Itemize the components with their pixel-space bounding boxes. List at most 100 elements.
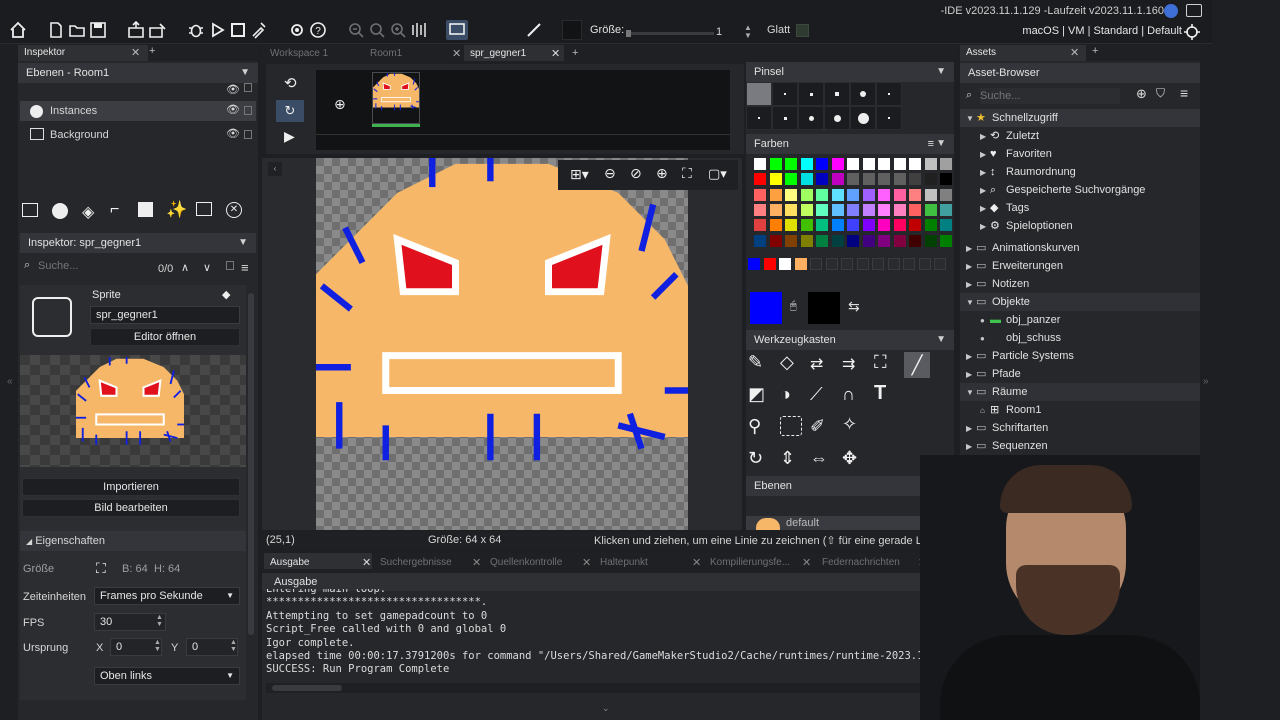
- close-icon[interactable]: ✕: [692, 556, 701, 569]
- brush-size-cell[interactable]: [876, 106, 902, 130]
- palette-swatch[interactable]: [940, 158, 952, 170]
- tree-item[interactable]: ▶ ▭ Particle Systems: [960, 347, 1200, 365]
- palette-swatch[interactable]: [909, 234, 921, 247]
- delete-layer-icon[interactable]: ✕: [226, 202, 242, 218]
- palette-swatch[interactable]: [831, 203, 844, 216]
- tab-workspace[interactable]: Workspace 1: [264, 45, 360, 61]
- palette-swatch[interactable]: [924, 158, 937, 170]
- palette-swatch[interactable]: [800, 188, 813, 201]
- palette-swatch[interactable]: [754, 219, 766, 232]
- frame-thumbnail[interactable]: [372, 72, 420, 124]
- tree-item[interactable]: ▶ ⚙ Spieloptionen: [960, 217, 1200, 235]
- chevron-right-icon[interactable]: ●: [980, 330, 990, 348]
- palette-swatch[interactable]: [847, 173, 859, 186]
- recent-color-swatch[interactable]: [934, 258, 946, 270]
- size-stepper[interactable]: ▲ ▼: [744, 24, 752, 40]
- palette-swatch[interactable]: [862, 188, 875, 201]
- inspector-search-input[interactable]: [38, 258, 148, 274]
- create-executable-icon[interactable]: [147, 20, 167, 40]
- package-icon[interactable]: [126, 20, 146, 40]
- add-tab-icon[interactable]: +: [1092, 45, 1098, 57]
- palette-swatch[interactable]: [800, 158, 813, 170]
- palette-swatch[interactable]: [785, 173, 797, 186]
- close-icon[interactable]: ✕: [1070, 46, 1079, 59]
- origin-x-stepper[interactable]: ▲ ▼: [154, 639, 161, 653]
- chevron-down-icon[interactable]: ▼: [238, 233, 248, 253]
- palette-swatch[interactable]: [878, 158, 890, 170]
- chevron-right-icon[interactable]: ▶: [980, 164, 990, 182]
- flip-vertical-icon[interactable]: ⇕: [780, 448, 806, 474]
- layer-instances[interactable]: Instances 👁: [20, 101, 256, 121]
- tree-item[interactable]: ● obj_schuss: [960, 329, 1200, 347]
- fps-stepper[interactable]: ▲ ▼: [156, 614, 163, 628]
- fit-icon[interactable]: ⛶: [682, 165, 692, 182]
- fill-color-icon[interactable]: ⇉: [842, 354, 868, 380]
- smooth-checkbox[interactable]: [796, 24, 809, 37]
- edit-image-button[interactable]: Bild bearbeiten: [22, 499, 240, 517]
- palette-swatch[interactable]: [862, 173, 875, 186]
- line-tool-icon[interactable]: ╱: [904, 352, 930, 378]
- add-tab-icon[interactable]: +: [572, 47, 578, 59]
- loop-icon[interactable]: ↻: [276, 100, 304, 122]
- tree-quick-access[interactable]: ▼ ★ Schnellzugriff: [960, 109, 1200, 127]
- recent-color-swatch[interactable]: [794, 258, 807, 270]
- palette-swatch[interactable]: [924, 188, 937, 201]
- account-icon[interactable]: [1164, 4, 1178, 18]
- tab-breakpoints[interactable]: Haltepunkt: [594, 553, 702, 569]
- chevron-down-icon[interactable]: ⌄: [602, 703, 610, 714]
- palette-swatch[interactable]: [754, 234, 766, 247]
- recent-color-swatch[interactable]: [856, 258, 869, 270]
- palette-swatch[interactable]: [924, 173, 937, 186]
- zoom-reset-icon[interactable]: ⊘: [630, 165, 642, 182]
- add-tab-icon[interactable]: +: [149, 45, 155, 57]
- move-icon[interactable]: ✥: [842, 448, 868, 474]
- tree-item[interactable]: ▶ ◆ Tags: [960, 199, 1200, 217]
- chevron-right-icon[interactable]: ▶: [980, 218, 990, 236]
- close-icon[interactable]: ✕: [802, 556, 811, 569]
- close-icon[interactable]: ✕: [582, 556, 591, 569]
- recent-color-swatch[interactable]: [763, 258, 776, 270]
- polygon-tool-icon[interactable]: ⟋: [810, 384, 836, 410]
- brush-size-cell[interactable]: [824, 106, 850, 130]
- brush-size-cell[interactable]: [876, 82, 902, 106]
- eyedropper-icon[interactable]: ⚲: [748, 416, 774, 442]
- palette-swatch[interactable]: [909, 158, 921, 170]
- palette-swatch[interactable]: [769, 188, 782, 201]
- lock-icon[interactable]: [244, 106, 252, 115]
- palette-swatch[interactable]: [940, 173, 952, 186]
- swap-colors-icon[interactable]: ⇆: [848, 298, 860, 315]
- debug-icon[interactable]: [186, 20, 206, 40]
- chevron-down-icon[interactable]: ▼: [966, 294, 976, 312]
- chevron-down-icon[interactable]: ▼: [966, 384, 976, 402]
- palette-swatch[interactable]: [785, 219, 797, 232]
- pencil-icon[interactable]: ✎: [748, 352, 774, 378]
- filter-icon[interactable]: ⛉: [1156, 86, 1165, 101]
- assets-tab[interactable]: Assets: [960, 45, 1086, 61]
- recent-color-swatch[interactable]: [810, 258, 822, 270]
- help-icon[interactable]: ?: [308, 20, 328, 40]
- tab-output[interactable]: Ausgabe: [264, 553, 372, 569]
- tree-item[interactable]: ▶ ♥ Favoriten: [960, 145, 1200, 163]
- tag-icon[interactable]: ◆: [222, 288, 230, 301]
- tab-source-control[interactable]: Quellenkontrolle: [484, 553, 592, 569]
- brush-size-cell[interactable]: [850, 106, 876, 130]
- search-prev-icon[interactable]: ∧: [181, 261, 189, 274]
- chevron-right-icon[interactable]: ▶: [966, 420, 976, 438]
- palette-swatch[interactable]: [816, 219, 828, 232]
- palette-swatch[interactable]: [893, 188, 906, 201]
- palette-swatch[interactable]: [816, 173, 828, 186]
- palette-swatch[interactable]: [847, 234, 859, 247]
- close-icon[interactable]: ✕: [551, 47, 560, 60]
- palette-swatch[interactable]: [769, 234, 782, 247]
- palette-swatch[interactable]: [893, 173, 906, 186]
- asset-search-input[interactable]: [980, 88, 1120, 104]
- tree-item[interactable]: ● ▬ obj_panzer: [960, 311, 1200, 329]
- time-units-select[interactable]: Frames pro Sekunde ▼: [94, 587, 240, 605]
- palette-swatch[interactable]: [754, 158, 766, 170]
- open-editor-button[interactable]: Editor öffnen: [90, 328, 240, 346]
- chevron-right-icon[interactable]: ⌂: [980, 402, 990, 420]
- folder-add-icon[interactable]: [196, 202, 212, 216]
- brush-size-cell[interactable]: [798, 106, 824, 130]
- close-icon[interactable]: ✕: [362, 556, 371, 569]
- palette-swatch[interactable]: [878, 203, 890, 216]
